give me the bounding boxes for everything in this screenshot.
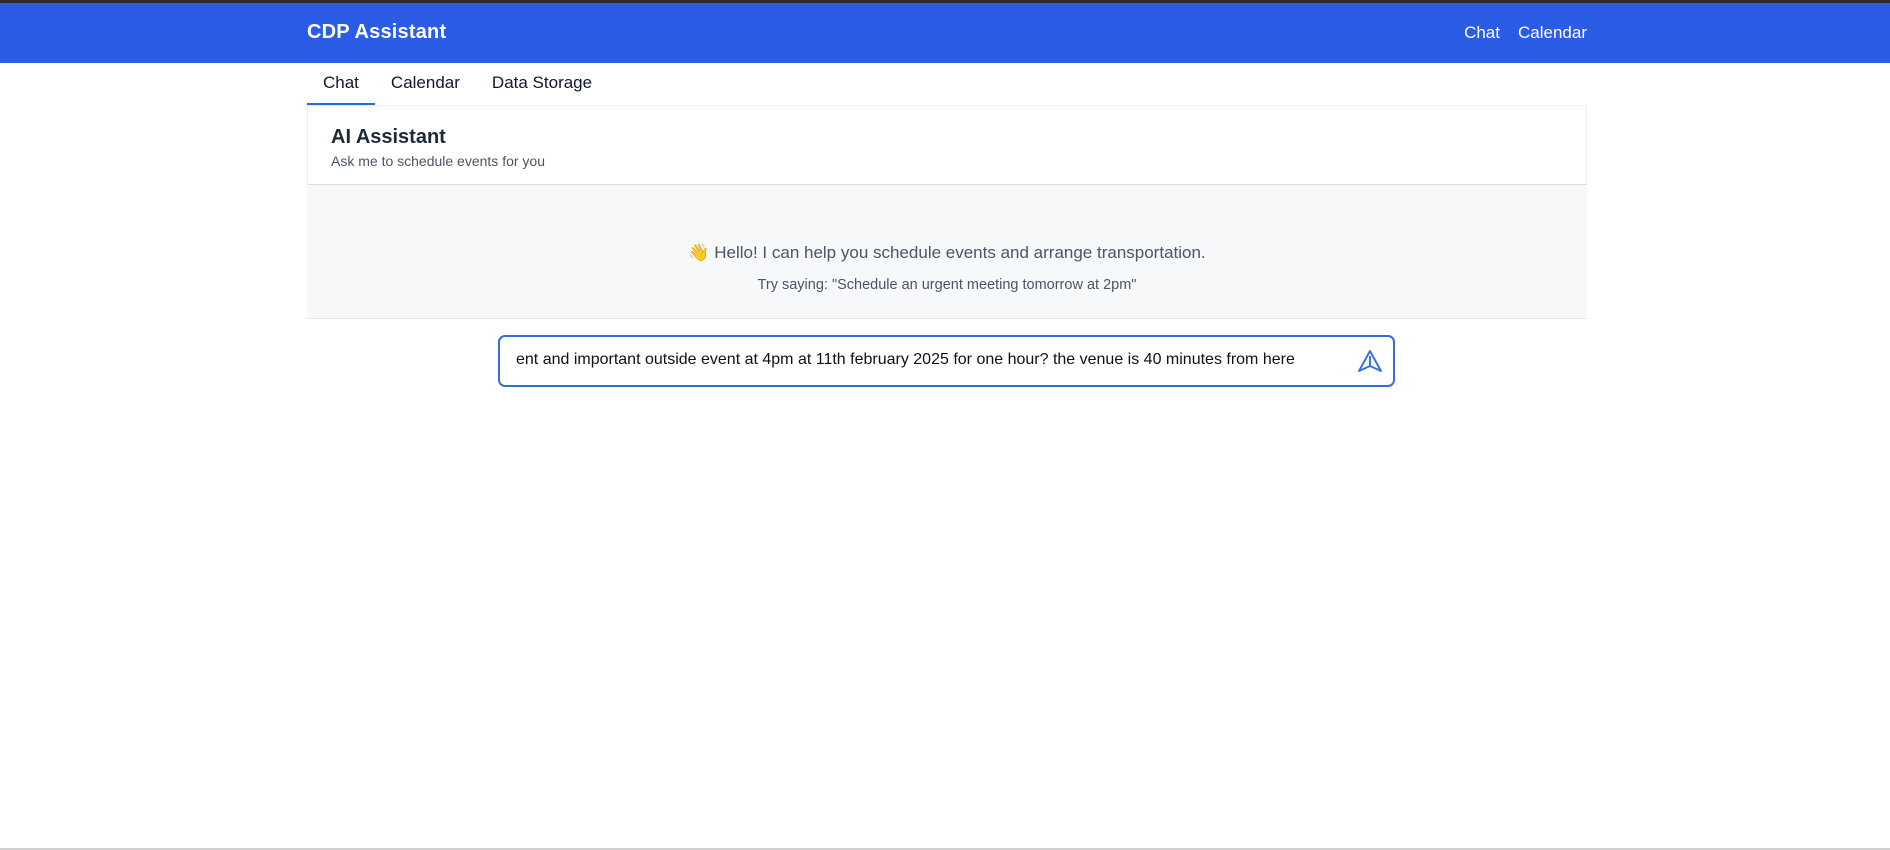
message-area: 👋 Hello! I can help you schedule events … — [307, 185, 1587, 319]
tab-data-storage[interactable]: Data Storage — [476, 63, 608, 105]
greeting-message: 👋 Hello! I can help you schedule events … — [307, 243, 1587, 263]
nav-link-chat[interactable]: Chat — [1464, 23, 1500, 43]
tab-bar: Chat Calendar Data Storage — [307, 63, 608, 105]
chat-card: AI Assistant Ask me to schedule events f… — [307, 105, 1587, 319]
assistant-subtitle: Ask me to schedule events for you — [331, 153, 545, 169]
top-navbar: CDP Assistant Chat Calendar — [0, 3, 1890, 63]
nav-link-calendar[interactable]: Calendar — [1518, 23, 1587, 43]
send-button[interactable] — [1355, 346, 1385, 376]
example-hint: Try saying: "Schedule an urgent meeting … — [757, 277, 1137, 293]
tab-calendar[interactable]: Calendar — [375, 63, 476, 105]
brand-title: CDP Assistant — [307, 21, 447, 43]
chat-input[interactable]: ent and important outside event at 4pm a… — [516, 351, 1346, 369]
chat-header: AI Assistant Ask me to schedule events f… — [307, 105, 1587, 185]
greeting-text: Hello! I can help you schedule events an… — [714, 243, 1206, 262]
nav-links: Chat Calendar — [1464, 23, 1587, 43]
waving-hand-icon: 👋 — [688, 243, 710, 262]
assistant-title: AI Assistant — [331, 126, 446, 148]
send-icon — [1358, 350, 1382, 372]
tab-chat[interactable]: Chat — [307, 63, 375, 105]
chat-input-box: ent and important outside event at 4pm a… — [498, 335, 1395, 387]
